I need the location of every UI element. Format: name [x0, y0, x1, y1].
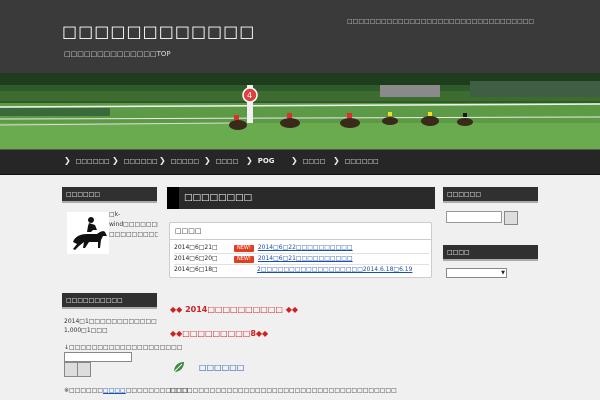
- nav-item-7[interactable]: ❯ □□□□□□: [333, 150, 379, 174]
- section-heading-8[interactable]: ◆◆□□□□□□□□□8◆◆: [170, 329, 268, 338]
- search-input[interactable]: [446, 211, 502, 223]
- new-badge: NEW!: [234, 256, 254, 263]
- nav-item-1[interactable]: ❯ □□□□□□: [64, 150, 110, 174]
- email-input[interactable]: [64, 352, 132, 362]
- chevron-right-icon: ❯: [159, 156, 166, 165]
- news-title: □□□□: [170, 223, 431, 240]
- body-text: □□□□□□□□□□□□□□□□□□□□□□□□□□□□□□□□□□□□□□□□: [170, 387, 397, 394]
- search-heading: □□□□□□: [443, 187, 538, 203]
- sub-section-link[interactable]: □□□□□□: [199, 363, 244, 372]
- site-title[interactable]: □□□□□□□□□□□□: [62, 22, 255, 41]
- news-item: 2014□6□21□ NEW! 2014□6□22□□□□□□□□□□: [174, 243, 429, 254]
- svg-text:4: 4: [247, 91, 252, 100]
- site-header: □□□□□□□□□□□□ □□□□□□□□□□□□□□TOP □□□□□□□□□…: [0, 0, 600, 73]
- chevron-right-icon: ❯: [291, 156, 298, 165]
- form-note: ↓□□□□□□□□□□□□□□□□□□□□: [64, 344, 183, 351]
- news-link[interactable]: 2□□□□□□□□□□□□□□□□□□2014.6.18□6.19: [257, 266, 412, 273]
- heading-accent-bar: [167, 187, 179, 209]
- profile-heading: □□□□□□: [62, 187, 157, 203]
- nav-item-4[interactable]: ❯ □□□□: [204, 150, 238, 174]
- header-note: □□□□□□□□□□□□□□□□□□□□□□□□□□□□□□□□□: [347, 18, 535, 25]
- nav-item-2[interactable]: ❯ □□□□□□: [112, 150, 158, 174]
- new-badge: NEW!: [234, 245, 254, 252]
- footnote: ※□□□□□□□□□□□□□□□□□□□□□: [64, 387, 189, 394]
- submit-button[interactable]: [64, 362, 78, 377]
- chevron-right-icon: ❯: [333, 156, 340, 165]
- chevron-down-icon: ▼: [501, 270, 505, 276]
- header-banner-image: 4: [0, 73, 600, 149]
- main-navigation: ❯ □□□□□□ ❯ □□□□□□ ❯ □□□□□ ❯ □□□□ ❯ POG ❯ □□□□ …: [0, 149, 600, 175]
- news-item: 2014□6□20□ NEW! 2014□6□21□□□□□□□□□□: [174, 254, 429, 265]
- nav-item-pog[interactable]: ❯ POG: [246, 150, 275, 174]
- ranking-heading: □□□□□□□□□□: [62, 293, 157, 309]
- news-link[interactable]: 2014□6□21□□□□□□□□□□: [258, 255, 353, 262]
- news-item: 2014□6□18□ 2□□□□□□□□□□□□□□□□□□2014.6.18□6…: [174, 266, 413, 273]
- news-box: □□□□ 2014□6□21□ NEW! 2014□6□22□□□□□□□□□□ 2…: [169, 222, 432, 278]
- search-button[interactable]: [504, 211, 518, 225]
- leaf-icon: [173, 362, 184, 373]
- ranking-text: 2014□1□□□□□□□□□□□□ 1,000□1□□□: [64, 318, 157, 334]
- chevron-right-icon: ❯: [64, 156, 71, 165]
- nav-item-3[interactable]: ❯ □□□□□: [159, 150, 199, 174]
- news-link[interactable]: 2014□6□22□□□□□□□□□□: [258, 244, 353, 251]
- chevron-right-icon: ❯: [204, 156, 211, 165]
- archive-heading: □□□□: [443, 245, 538, 261]
- profile-text: □k-wind□□□□□□□□□□10□□□□□□□□□□□□□□□□□□□□□…: [109, 211, 158, 238]
- archive-select[interactable]: ▼: [446, 268, 507, 278]
- cancel-button[interactable]: [77, 362, 91, 377]
- chevron-right-icon: ❯: [246, 156, 253, 165]
- footnote-link[interactable]: □□□□: [103, 387, 126, 394]
- chevron-right-icon: ❯: [112, 156, 119, 165]
- site-description: □□□□□□□□□□□□□□TOP: [64, 50, 171, 58]
- racetrack-illustration: 4: [0, 73, 600, 149]
- nav-item-6[interactable]: ❯ □□□□: [291, 150, 325, 174]
- main-heading: □□□□□□□□: [167, 187, 435, 209]
- section-heading-2014[interactable]: ◆◆ 2014□□□□□□□□□□ ◆◆: [170, 305, 298, 314]
